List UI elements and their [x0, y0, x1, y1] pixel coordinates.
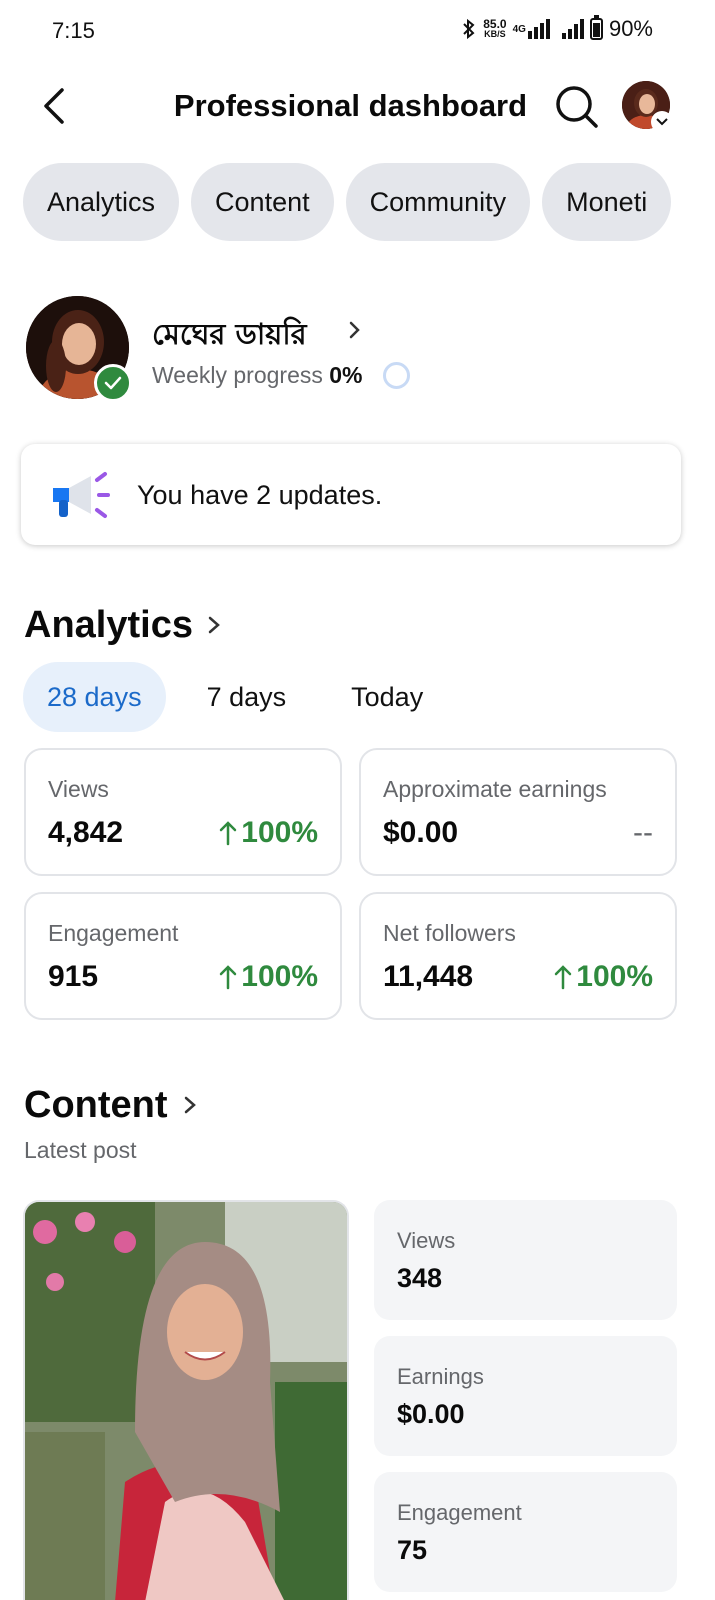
weekly-progress: Weekly progress 0% — [152, 362, 363, 389]
post-stat-value: $0.00 — [397, 1399, 465, 1429]
chevron-right-icon[interactable] — [182, 1094, 198, 1116]
updates-text: You have 2 updates. — [137, 480, 383, 510]
post-stat-value: 75 — [397, 1535, 428, 1565]
search-button[interactable] — [552, 82, 600, 130]
metric-change: 100% — [219, 960, 318, 994]
metric-label: Net followers — [383, 920, 516, 946]
metric-card-net-followers[interactable]: Net followers 11,448 100% — [359, 892, 677, 1020]
tab-analytics[interactable]: Analytics — [23, 163, 180, 241]
signal-icon — [527, 19, 550, 39]
profile-name[interactable]: মেঘের ডায়রি — [152, 312, 307, 361]
weekly-progress-value: 0% — [329, 362, 363, 388]
latest-post-label: Latest post — [24, 1137, 137, 1163]
chevron-down-icon[interactable] — [651, 111, 673, 133]
range-28-days[interactable]: 28 days — [23, 662, 166, 732]
metric-label: Engagement — [48, 920, 179, 946]
page-title-text: Professional dashboard — [173, 88, 528, 123]
verified-badge-icon — [94, 364, 132, 402]
metric-value: 11,448 — [383, 960, 474, 993]
profile-summary: মেঘের ডায়রি Weekly progress 0% — [26, 296, 686, 406]
bluetooth-icon — [463, 18, 475, 40]
content-heading[interactable]: Content — [24, 1084, 168, 1127]
metric-change-value: 100% — [241, 960, 318, 993]
metric-change-value: -- — [633, 816, 653, 849]
chevron-right-icon[interactable] — [348, 320, 362, 340]
post-stat-engagement: Engagement 75 — [374, 1472, 677, 1592]
battery-level: 90% — [608, 16, 653, 41]
status-icons: 85.0 KB/S 4G 90% — [461, 15, 653, 42]
post-stat-earnings: Earnings $0.00 — [374, 1336, 677, 1456]
metric-change: -- — [633, 816, 653, 850]
post-stat-label: Views — [397, 1228, 456, 1253]
metric-value: $0.00 — [383, 816, 459, 849]
megaphone-icon — [53, 472, 110, 518]
metric-value: 915 — [48, 960, 99, 993]
speed-value: 85.0 — [483, 17, 507, 31]
latest-post-thumbnail[interactable] — [23, 1200, 349, 1600]
status-time: 7:15 — [52, 18, 95, 43]
signal-icon-2 — [561, 19, 584, 39]
metric-label: Approximate earnings — [383, 776, 607, 802]
tab-community[interactable]: Community — [345, 163, 531, 241]
analytics-heading[interactable]: Analytics — [24, 604, 193, 647]
range-today[interactable]: Today — [327, 662, 447, 732]
range-7-days[interactable]: 7 days — [183, 662, 311, 732]
metric-change-value: 100% — [241, 816, 318, 849]
network-type: 4G — [512, 23, 526, 35]
metric-value: 4,842 — [48, 816, 124, 849]
arrow-up-icon — [220, 821, 237, 846]
top-header: Professional dashboard — [0, 70, 715, 142]
arrow-up-icon — [220, 965, 237, 990]
network-speed: 85.0 KB/S — [483, 17, 507, 39]
arrow-up-icon — [555, 965, 572, 990]
post-stat-views: Views 348 — [374, 1200, 677, 1320]
chevron-right-icon[interactable] — [206, 614, 222, 636]
tab-content[interactable]: Content — [191, 163, 334, 241]
weekly-progress-label: Weekly progress — [152, 362, 323, 388]
battery-icon — [589, 15, 603, 40]
metric-change-value: 100% — [576, 960, 653, 993]
updates-card[interactable]: You have 2 updates. — [21, 444, 681, 545]
metric-card-engagement[interactable]: Engagement 915 100% — [24, 892, 342, 1020]
metric-card-earnings[interactable]: Approximate earnings $0.00 -- — [359, 748, 677, 876]
post-stat-label: Earnings — [397, 1364, 484, 1389]
tab-monetization[interactable]: Moneti — [542, 163, 672, 241]
metric-card-views[interactable]: Views 4,842 100% — [24, 748, 342, 876]
post-stat-label: Engagement — [397, 1500, 522, 1525]
status-bar: 7:15 85.0 KB/S 4G 90% — [0, 0, 715, 64]
metric-change: 100% — [219, 816, 318, 850]
metric-change: 100% — [554, 960, 653, 994]
progress-ring-icon — [383, 362, 410, 389]
post-stat-value: 348 — [397, 1263, 443, 1293]
speed-unit: KB/S — [484, 29, 506, 39]
page-title: Professional dashboard — [0, 88, 715, 124]
date-range-tabs: 28 days 7 days Today — [23, 662, 464, 732]
dashboard-tabs: Analytics Content Community Moneti — [23, 163, 701, 241]
search-icon — [556, 86, 598, 128]
post-photo — [25, 1202, 347, 1600]
metric-label: Views — [48, 776, 109, 802]
